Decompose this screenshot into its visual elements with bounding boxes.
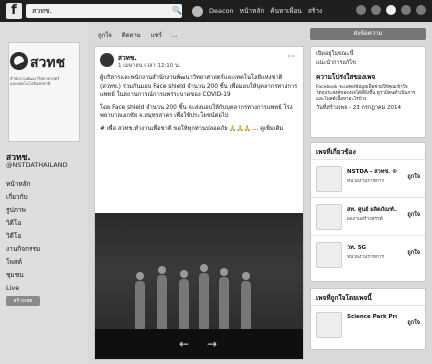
post-timestamp[interactable]: 1 เมษายน เวลา 12:10 น. <box>118 62 180 70</box>
post-paragraph-1: ผู้บริหารและพนักงานสำนักงานพัฒนาวิทยาศาส… <box>100 75 298 99</box>
related-pages-title: เพจที่เกี่ยวข้อง <box>316 148 356 156</box>
page-transparency-text: Facebook จะแสดงข้อมูลเพื่อช่วยให้คุณเข้า… <box>316 85 416 102</box>
open-now-text: เปิดอยู่ในขณะนี้ <box>316 51 354 57</box>
left-nav: หน้าหลัก เกี่ยวกับ รูปภาพ วิดีโอ วิดีโอ … <box>6 180 40 292</box>
search-input[interactable]: สวทช. <box>26 4 182 18</box>
related-page-name[interactable]: NSTDA - สวทช. © <box>347 168 397 176</box>
top-nav-profile[interactable]: Deacon <box>209 7 234 15</box>
page-action-tabs: ถูกใจ ติดตาม แชร์ ... <box>94 28 304 42</box>
liked-pages-title: เพจที่ถูกใจโดยเพจนี้ <box>316 294 372 302</box>
related-page-name[interactable]: วท. 5G <box>347 244 397 252</box>
search-icon[interactable]: 🔍 <box>171 4 183 18</box>
suggest-edit-link[interactable]: แนะนำการแก้ไข <box>311 59 425 68</box>
top-nav: Deacon หน้าหลัก ค้นหาเพื่อน สร้าง <box>192 5 322 17</box>
left-nav-videos-2[interactable]: วิดีโอ <box>6 232 40 240</box>
post-options-icon[interactable]: ··· <box>287 52 295 61</box>
related-page-category: หน่วยงานราชการ <box>347 255 384 260</box>
share-page-button[interactable]: แชร์ <box>151 30 162 40</box>
top-nav-find-friends[interactable]: ค้นหาเพื่อน <box>270 6 302 16</box>
liked-page-thumbnail[interactable] <box>316 312 342 338</box>
top-icons <box>356 5 426 15</box>
nstda-logo-icon <box>10 52 28 70</box>
liked-pages-card: เพจที่ถูกใจโดยเพจนี้ Science Park Pro...… <box>310 288 426 350</box>
chevron-down-icon[interactable] <box>416 5 426 15</box>
avatar[interactable] <box>192 5 203 17</box>
photo-person <box>157 266 167 331</box>
messenger-icon[interactable] <box>371 5 381 15</box>
follow-page-button[interactable]: ติดตาม <box>122 30 141 40</box>
create-page-button[interactable]: สร้างเพจ <box>6 296 40 306</box>
list-item[interactable]: วท. 5G หน่วยงานราชการ ถูกใจ <box>311 235 425 273</box>
left-nav-community[interactable]: ชุมชน <box>6 271 40 279</box>
notifications-icon[interactable] <box>386 5 396 15</box>
photo-person <box>241 272 251 331</box>
top-nav-home[interactable]: หน้าหลัก <box>240 6 265 16</box>
like-button[interactable]: ถูกใจ <box>407 319 420 327</box>
related-page-name[interactable]: สท. ศูนย์ ผลิตภัณฑ์... <box>347 206 397 214</box>
related-page-category: หน่วยงานราชการ <box>347 179 384 184</box>
post-paragraph-2: โดย Face shield จำนวน 200 ชิ้น จะส่งมอบใ… <box>100 104 293 120</box>
left-nav-videos[interactable]: วิดีโอ <box>6 219 40 227</box>
post-body: ผู้บริหารและพนักงานสำนักงานพัฒนาวิทยาศาส… <box>100 74 300 138</box>
related-page-category: ผลงานสร้างสรรค์ <box>347 217 383 222</box>
photo-person <box>135 272 145 331</box>
arrow-right-icon: → <box>207 337 218 351</box>
left-nav-posts[interactable]: โพสต์ <box>6 258 40 266</box>
like-button[interactable]: ถูกใจ <box>407 249 420 257</box>
left-column: สวทช สำนักงานพัฒนาวิทยาศาสตร์และเทคโนโลย… <box>0 22 88 364</box>
help-icon[interactable] <box>401 5 411 15</box>
like-page-button[interactable]: ถูกใจ <box>98 30 112 40</box>
list-item[interactable]: สท. ศูนย์ ผลิตภัณฑ์... ผลงานสร้างสรรค์ ถ… <box>311 197 425 235</box>
related-pages-card: เพจที่เกี่ยวข้อง NSTDA - สวทช. © หน่วยงา… <box>310 142 426 282</box>
arrow-left-icon: ← <box>179 337 190 351</box>
photo-person <box>179 270 189 331</box>
related-page-thumbnail[interactable] <box>316 166 342 192</box>
logo-text: สวทช <box>30 55 66 71</box>
photo-scene: ← → <box>95 213 303 359</box>
related-page-thumbnail[interactable] <box>316 242 342 268</box>
like-button[interactable]: ถูกใจ <box>407 211 420 219</box>
about-card: เปิดอยู่ในขณะนี้ แนะนำการแก้ไข ความโปร่ง… <box>310 46 426 138</box>
photo-person <box>199 264 209 331</box>
left-nav-photos[interactable]: รูปภาพ <box>6 206 40 214</box>
left-nav-events[interactable]: งานกิจกรรม <box>6 245 40 253</box>
liked-page-name[interactable]: Science Park Pro... <box>347 314 397 320</box>
send-message-button[interactable]: ส่งข้อความ <box>310 28 426 40</box>
left-nav-about[interactable]: เกี่ยวกับ <box>6 193 40 201</box>
more-actions-button[interactable]: ... <box>172 32 178 39</box>
top-bar: f สวทช. 🔍 Deacon หน้าหลัก ค้นหาเพื่อน สร… <box>0 0 432 22</box>
post-card: สวทช. 1 เมษายน เวลา 12:10 น. ··· ผู้บริห… <box>94 46 304 360</box>
right-column: ส่งข้อความ เปิดอยู่ในขณะนี้ แนะนำการแก้ไ… <box>310 22 432 364</box>
post-paragraph-3: # เพื่อ สวทช.ทำงานเพื่อชาติ ขอให้ทุกท่าน… <box>100 125 284 132</box>
page-handle[interactable]: @NSTDATHAILAND <box>6 161 68 169</box>
top-nav-create[interactable]: สร้าง <box>308 6 322 16</box>
photo-person <box>219 268 229 331</box>
post-author-avatar[interactable] <box>100 53 114 67</box>
like-button[interactable]: ถูกใจ <box>407 173 420 181</box>
post-photo[interactable]: ← → <box>95 213 303 359</box>
friends-icon[interactable] <box>356 5 366 15</box>
related-page-thumbnail[interactable] <box>316 204 342 230</box>
list-item[interactable]: NSTDA - สวทช. © หน่วยงานราชการ ถูกใจ <box>311 159 425 197</box>
left-nav-live[interactable]: Live <box>6 284 40 292</box>
page-transparency-title[interactable]: ความโปร่งใสของเพจ <box>311 68 425 84</box>
left-nav-home[interactable]: หน้าหลัก <box>6 180 40 188</box>
logo-subtitle: สำนักงานพัฒนาวิทยาศาสตร์และเทคโนโลยีแห่ง… <box>10 76 60 86</box>
page-created-date: วันที่สร้างเพจ - 23 กรกฎาคม 2014 <box>316 105 401 111</box>
photo-floor <box>95 329 303 359</box>
list-item[interactable]: Science Park Pro... ถูกใจ <box>311 305 425 343</box>
facebook-logo-icon[interactable]: f <box>6 3 22 19</box>
